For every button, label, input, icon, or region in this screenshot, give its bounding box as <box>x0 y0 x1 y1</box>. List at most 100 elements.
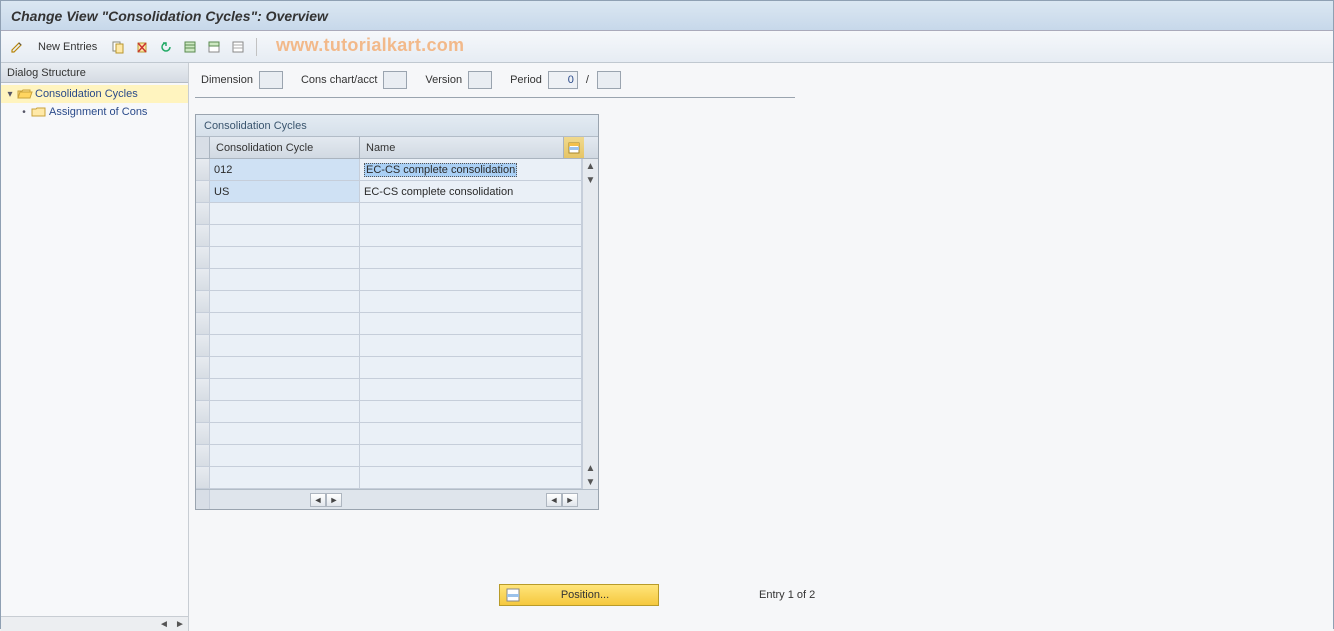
dimension-field[interactable] <box>259 71 283 89</box>
cons-chart-field[interactable] <box>383 71 407 89</box>
row-selector <box>196 225 210 246</box>
cell-cycle <box>210 379 360 400</box>
col-header-cycle[interactable]: Consolidation Cycle <box>210 137 360 158</box>
period-b-field[interactable] <box>597 71 621 89</box>
position-button[interactable]: Position... <box>499 584 659 606</box>
position-label: Position... <box>526 589 658 601</box>
cell-cycle <box>210 225 360 246</box>
row-selector <box>196 313 210 334</box>
table-row-empty <box>196 335 598 357</box>
cell-name <box>360 357 582 378</box>
cycles-grid: Consolidation Cycle Name 012EC-CS comple… <box>196 137 598 509</box>
entry-counter: Entry 1 of 2 <box>759 589 815 601</box>
grid-footer: ◄ ► ◄ ► <box>196 489 598 509</box>
scroll-up-icon[interactable]: ▲ <box>584 159 598 173</box>
row-selector[interactable] <box>196 181 210 202</box>
cell-name <box>360 379 582 400</box>
undo-icon[interactable] <box>156 37 176 57</box>
scroll-col-right2-icon[interactable]: ► <box>562 493 578 507</box>
cell-name <box>360 401 582 422</box>
cell-cycle <box>210 203 360 224</box>
cell-cycle <box>210 401 360 422</box>
title-bar: Change View "Consolidation Cycles": Over… <box>1 1 1333 31</box>
row-selector <box>196 247 210 268</box>
period-slash: / <box>584 74 591 86</box>
table-row-empty <box>196 401 598 423</box>
dialog-structure-panel: Dialog Structure ▾ Consolidation Cycles … <box>1 63 189 631</box>
dialog-structure-header: Dialog Structure <box>1 63 188 83</box>
page-title: Change View "Consolidation Cycles": Over… <box>11 8 328 24</box>
cell-name <box>360 423 582 444</box>
select-all-column[interactable] <box>196 137 210 158</box>
cell-cycle <box>210 291 360 312</box>
watermark-text: www.tutorialkart.com <box>276 35 464 56</box>
scroll-col-left2-icon[interactable]: ◄ <box>546 493 562 507</box>
row-selector <box>196 203 210 224</box>
period-a-field[interactable]: 0 <box>548 71 578 89</box>
leaf-bullet: • <box>19 107 29 118</box>
position-icon <box>504 586 522 604</box>
cell-cycle <box>210 269 360 290</box>
cell-cycle[interactable]: 012 <box>210 159 360 180</box>
collapse-icon[interactable]: ▾ <box>5 89 15 100</box>
table-row-empty <box>196 445 598 467</box>
row-selector <box>196 291 210 312</box>
cell-name[interactable]: EC-CS complete consolidation <box>360 181 582 202</box>
cell-cycle[interactable]: US <box>210 181 360 202</box>
scroll-down2-icon[interactable]: ▼ <box>584 475 598 489</box>
cell-name <box>360 445 582 466</box>
table-row-empty <box>196 423 598 445</box>
tree-label: Consolidation Cycles <box>35 88 138 100</box>
scroll-left-icon[interactable]: ◄ <box>156 618 172 631</box>
cell-cycle <box>210 247 360 268</box>
cell-name <box>360 467 582 488</box>
table-row-empty <box>196 379 598 401</box>
cell-cycle <box>210 335 360 356</box>
select-all-icon[interactable] <box>180 37 200 57</box>
deselect-all-icon[interactable] <box>228 37 248 57</box>
copy-icon[interactable] <box>108 37 128 57</box>
tree: ▾ Consolidation Cycles • Assignment of C… <box>1 83 188 123</box>
edit-icon[interactable] <box>7 37 27 57</box>
cell-name <box>360 269 582 290</box>
scroll-col-right-icon[interactable]: ► <box>326 493 342 507</box>
toolbar: New Entries www.tutorialkart.com <box>1 31 1333 63</box>
row-selector <box>196 335 210 356</box>
toolbar-separator <box>256 38 257 56</box>
delete-icon[interactable] <box>132 37 152 57</box>
consolidation-cycles-group: Consolidation Cycles Consolidation Cycle… <box>195 114 599 510</box>
content-panel: Dimension Cons chart/acct Version Period… <box>189 63 1333 631</box>
tree-label: Assignment of Cons <box>49 106 147 118</box>
cell-name[interactable]: EC-CS complete consolidation <box>360 159 582 180</box>
scroll-right-icon[interactable]: ► <box>172 618 188 631</box>
row-selector <box>196 423 210 444</box>
cell-name <box>360 335 582 356</box>
left-panel-scrollbar[interactable]: ◄ ► <box>1 616 188 631</box>
tree-node-assignment[interactable]: • Assignment of Cons <box>1 103 188 121</box>
table-row-empty <box>196 291 598 313</box>
table-row-empty <box>196 269 598 291</box>
select-block-icon[interactable] <box>204 37 224 57</box>
row-selector <box>196 357 210 378</box>
dimension-label: Dimension <box>201 74 253 86</box>
vertical-scrollbar[interactable]: ▲ ▼ ▲ ▼ <box>582 159 598 489</box>
scroll-col-left-icon[interactable]: ◄ <box>310 493 326 507</box>
row-selector[interactable] <box>196 159 210 180</box>
tree-node-consolidation-cycles[interactable]: ▾ Consolidation Cycles <box>1 85 188 103</box>
folder-open-icon <box>17 87 33 101</box>
table-row-empty <box>196 225 598 247</box>
table-row[interactable]: USEC-CS complete consolidation <box>196 181 598 203</box>
cell-cycle <box>210 313 360 334</box>
new-entries-button[interactable]: New Entries <box>31 37 104 57</box>
scroll-up2-icon[interactable]: ▲ <box>584 461 598 475</box>
version-field[interactable] <box>468 71 492 89</box>
scroll-down-icon[interactable]: ▼ <box>584 173 598 187</box>
cell-name <box>360 313 582 334</box>
cons-chart-label: Cons chart/acct <box>301 74 377 86</box>
table-row-empty <box>196 203 598 225</box>
table-row[interactable]: 012EC-CS complete consolidation <box>196 159 598 181</box>
table-settings-icon[interactable] <box>564 137 584 158</box>
table-row-empty <box>196 357 598 379</box>
col-header-name[interactable]: Name <box>360 137 564 158</box>
parameter-bar: Dimension Cons chart/acct Version Period… <box>195 67 795 98</box>
